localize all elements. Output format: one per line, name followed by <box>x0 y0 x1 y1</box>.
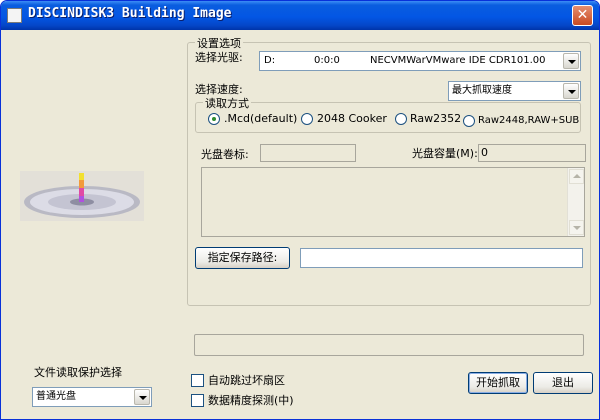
skip-bad-sectors-checkbox[interactable] <box>191 374 204 387</box>
chevron-down-icon[interactable] <box>563 83 579 99</box>
exit-button[interactable]: 退出 <box>533 372 593 394</box>
save-path-button[interactable]: 指定保存路径: <box>195 247 290 269</box>
capacity-field: 0 <box>478 144 586 162</box>
speed-value: 最大抓取速度 <box>452 85 512 96</box>
scroll-down-icon[interactable] <box>569 220 584 235</box>
close-button[interactable]: ✕ <box>572 5 593 26</box>
title-bar[interactable]: DISCINDISK3 Building Image ✕ <box>1 1 599 30</box>
radio-mcd-label[interactable]: .Mcd(default) <box>224 112 297 125</box>
app-icon <box>7 8 22 23</box>
drive-label: 选择光驱: <box>195 51 243 64</box>
radio-raw2352-label[interactable]: Raw2352 <box>410 112 461 125</box>
radio-raw2352[interactable] <box>395 113 407 125</box>
radio-2048-cooker[interactable] <box>301 113 313 125</box>
scroll-up-icon[interactable] <box>569 169 584 184</box>
radio-raw2448-label[interactable]: Raw2448,RAW+SUB <box>478 115 579 126</box>
drive-address: 0:0:0 <box>314 55 340 66</box>
volume-label: 光盘卷标: <box>201 148 249 161</box>
skip-bad-sectors-label[interactable]: 自动跳过坏扇区 <box>208 372 285 388</box>
drive-select[interactable]: D: 0:0:0 NECVMWarVMware IDE CDR101.00 <box>259 51 581 71</box>
close-icon: ✕ <box>576 7 589 23</box>
chevron-down-icon[interactable] <box>134 389 150 405</box>
protection-select[interactable]: 普通光盘 <box>32 387 152 407</box>
radio-raw2448[interactable] <box>463 115 475 127</box>
save-path-input[interactable] <box>300 248 583 268</box>
main-window: DISCINDISK3 Building Image ✕ 设置选项 选择光驱: … <box>0 0 600 420</box>
radio-2048-cooker-label[interactable]: 2048 Cooker <box>317 112 387 125</box>
progress-bar <box>194 334 584 356</box>
capacity-label: 光盘容量(M): <box>412 147 478 160</box>
log-scrollbar[interactable] <box>567 168 584 236</box>
volume-field <box>260 144 356 162</box>
start-capture-button[interactable]: 开始抓取 <box>468 372 528 394</box>
speed-select[interactable]: 最大抓取速度 <box>448 81 581 101</box>
drive-device: NECVMWarVMware IDE CDR101.00 <box>370 55 546 66</box>
precision-detect-checkbox[interactable] <box>191 394 204 407</box>
capacity-value: 0 <box>481 146 488 159</box>
radio-mcd[interactable] <box>208 113 220 125</box>
drive-letter: D: <box>264 55 276 66</box>
protection-label: 文件读取保护选择 <box>34 366 122 379</box>
log-textarea[interactable] <box>201 167 585 237</box>
chevron-down-icon[interactable] <box>563 53 579 69</box>
cd-disc-icon <box>20 171 144 221</box>
window-title: DISCINDISK3 Building Image <box>28 6 232 21</box>
precision-detect-label[interactable]: 数据精度探测(中) <box>208 392 294 408</box>
read-mode-title: 读取方式 <box>203 95 251 111</box>
protection-value: 普通光盘 <box>36 391 76 402</box>
